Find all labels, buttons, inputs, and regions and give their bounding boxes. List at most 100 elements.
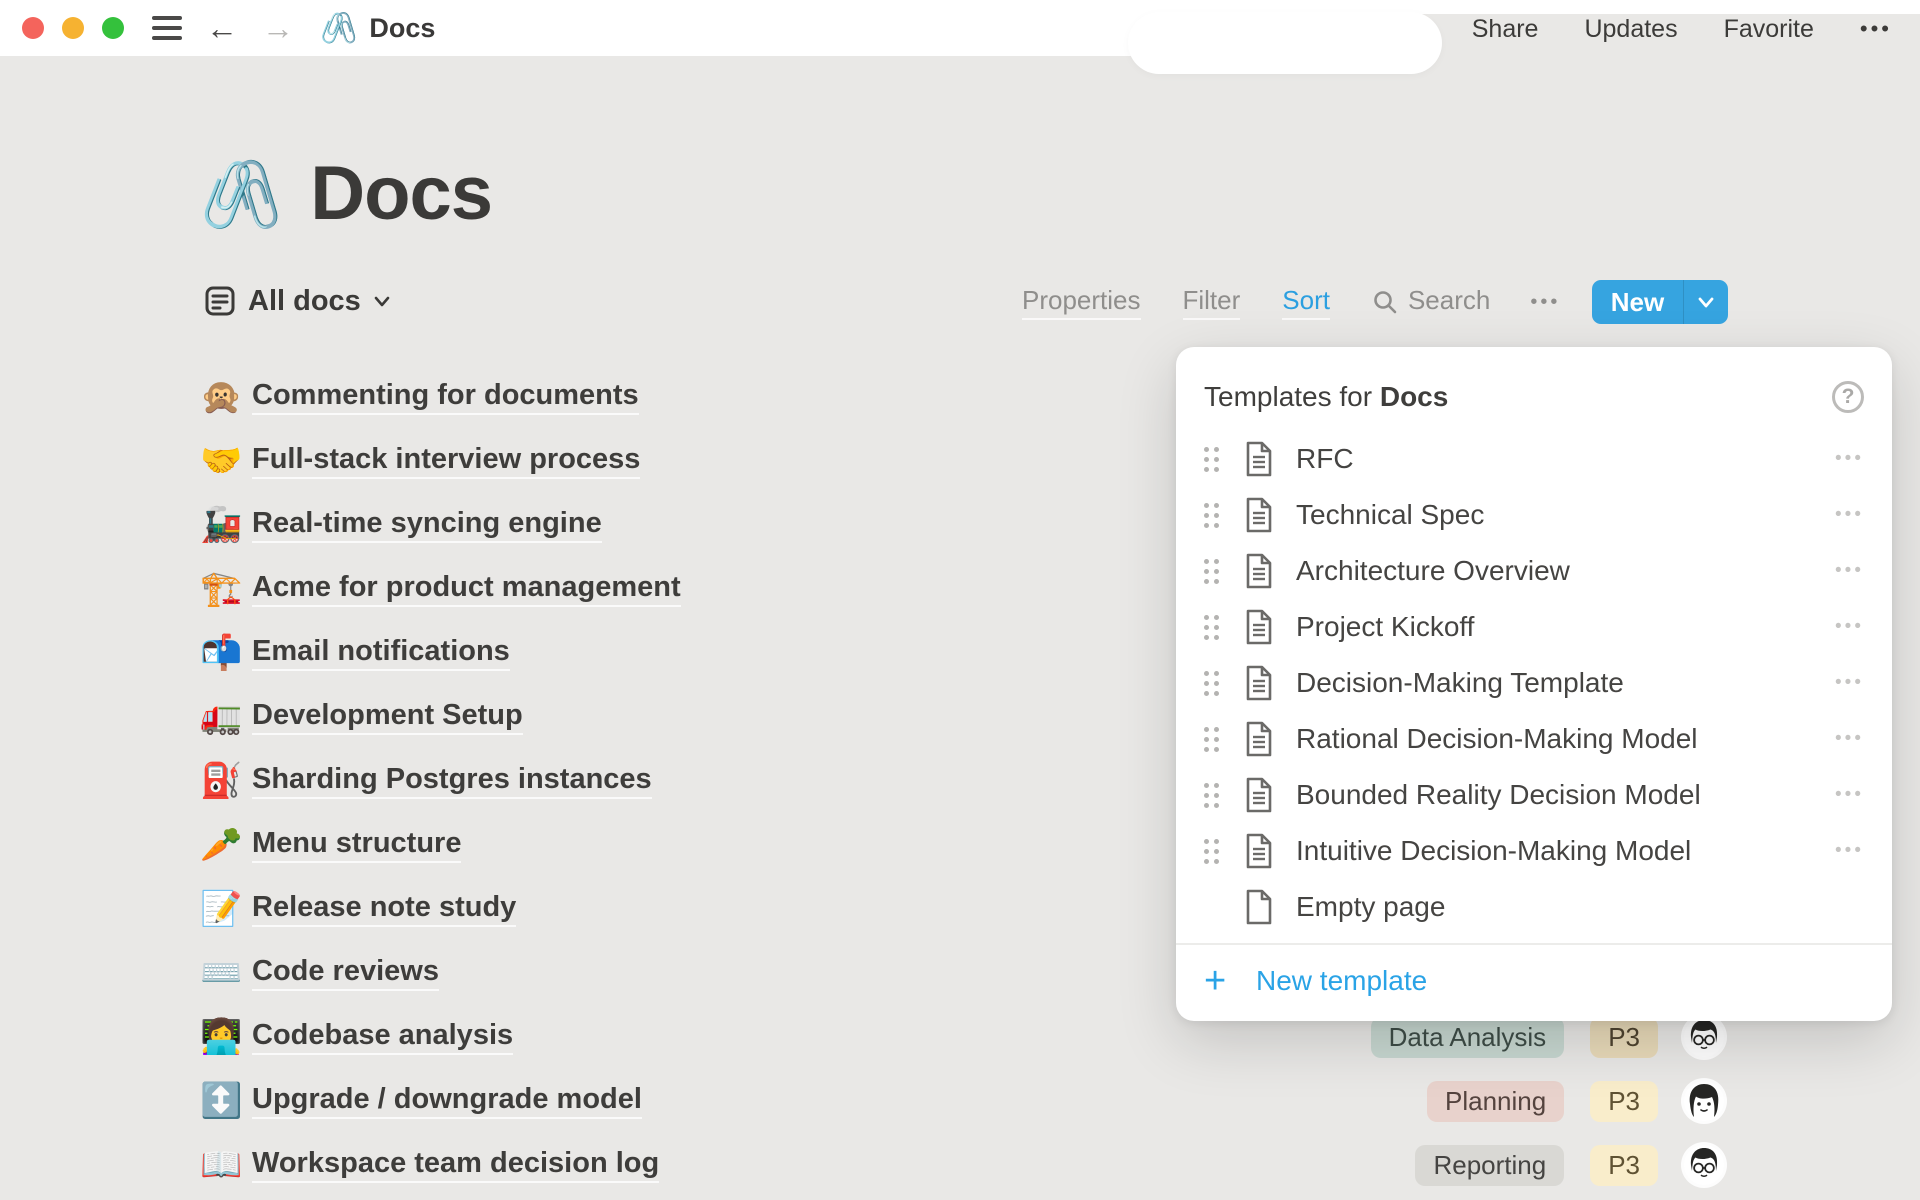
chevron-down-icon <box>1696 292 1716 312</box>
window-title: Docs <box>369 13 435 44</box>
document-icon <box>1244 496 1274 534</box>
doc-emoji: 📖 <box>200 1148 252 1182</box>
traffic-lights <box>22 17 124 39</box>
doc-title: Codebase analysis <box>252 1019 513 1055</box>
category-badge: Reporting <box>1415 1145 1564 1186</box>
doc-properties: Reporting P3 <box>1415 1145 1724 1186</box>
new-template-button[interactable]: + New template <box>1204 945 1864 1017</box>
template-list: RFC ••• Technical Spec ••• Arc <box>1204 431 1864 935</box>
sort-button[interactable]: Sort <box>1282 285 1330 320</box>
template-more-icon[interactable]: ••• <box>1835 448 1864 470</box>
toolbar-more-icon[interactable]: ••• <box>1530 291 1560 314</box>
window-more-icon[interactable]: ••• <box>1860 16 1892 42</box>
template-label: Decision-Making Template <box>1296 667 1624 699</box>
new-button-group: New <box>1592 280 1728 324</box>
man-glasses-avatar <box>1684 1017 1724 1057</box>
updates-button[interactable]: Updates <box>1584 15 1677 44</box>
properties-button[interactable]: Properties <box>1022 285 1141 320</box>
template-item[interactable]: Rational Decision-Making Model ••• <box>1204 711 1864 767</box>
window-doc-emoji: 🖇️ <box>320 11 357 46</box>
doc-emoji: 🚂 <box>200 508 252 542</box>
template-label: Intuitive Decision-Making Model <box>1296 835 1691 867</box>
page-header: 🖇️ Docs <box>200 150 492 237</box>
template-label: Bounded Reality Decision Model <box>1296 779 1701 811</box>
doc-emoji: ⌨️ <box>200 956 252 990</box>
templates-popup-header: Templates for Docs ? <box>1204 373 1864 421</box>
page-emoji: 🖇️ <box>200 161 282 227</box>
template-more-icon[interactable]: ••• <box>1835 560 1864 582</box>
template-item[interactable]: Decision-Making Template ••• <box>1204 655 1864 711</box>
template-item[interactable]: RFC ••• <box>1204 431 1864 487</box>
sidebar-toggle-icon[interactable] <box>152 16 182 40</box>
back-icon[interactable]: ← <box>206 12 238 44</box>
doc-title: Real-time syncing engine <box>252 507 602 543</box>
forward-icon[interactable]: → <box>262 12 294 44</box>
search-icon <box>1372 289 1398 315</box>
minimize-window-button[interactable] <box>62 17 84 39</box>
doc-emoji: 📝 <box>200 892 252 926</box>
zoom-window-button[interactable] <box>102 17 124 39</box>
drag-handle-icon[interactable] <box>1204 615 1222 640</box>
doc-title: Commenting for documents <box>252 379 639 415</box>
template-more-icon[interactable]: ••• <box>1835 728 1864 750</box>
new-button[interactable]: New <box>1592 280 1684 324</box>
template-more-icon[interactable]: ••• <box>1835 784 1864 806</box>
doc-emoji: ↕️ <box>200 1084 252 1118</box>
templates-popup: Templates for Docs ? RFC ••• <box>1176 347 1892 1021</box>
doc-emoji: 📬 <box>200 636 252 670</box>
doc-title: Menu structure <box>252 827 461 863</box>
man-glasses-avatar <box>1684 1145 1724 1185</box>
document-icon <box>1244 552 1274 590</box>
page-title: Docs <box>310 150 492 237</box>
template-item[interactable]: Intuitive Decision-Making Model ••• <box>1204 823 1864 879</box>
doc-title: Release note study <box>252 891 516 927</box>
plus-icon: + <box>1204 966 1234 996</box>
share-button[interactable]: Share <box>1472 15 1539 44</box>
help-icon[interactable]: ? <box>1832 381 1864 413</box>
category-badge: Data Analysis <box>1371 1017 1565 1058</box>
doc-list-icon <box>204 285 236 317</box>
doc-list-item[interactable]: 📖 Workspace team decision log Reporting P… <box>200 1133 1724 1197</box>
priority-badge: P3 <box>1590 1081 1658 1122</box>
template-item-empty-page[interactable]: Empty page <box>1204 879 1864 935</box>
drag-handle-icon[interactable] <box>1204 503 1222 528</box>
template-more-icon[interactable]: ••• <box>1835 840 1864 862</box>
template-more-icon[interactable]: ••• <box>1835 616 1864 638</box>
doc-title: Email notifications <box>252 635 510 671</box>
drag-handle-icon[interactable] <box>1204 839 1222 864</box>
doc-emoji: 🏗️ <box>200 572 252 606</box>
document-icon <box>1244 832 1274 870</box>
doc-list-item[interactable]: ↕️ Upgrade / downgrade model Planning P3 <box>200 1069 1724 1133</box>
doc-title: Sharding Postgres instances <box>252 763 652 799</box>
view-selector-label: All docs <box>248 285 361 318</box>
template-item[interactable]: Architecture Overview ••• <box>1204 543 1864 599</box>
new-template-label: New template <box>1256 965 1427 997</box>
new-dropdown-button[interactable] <box>1684 280 1728 324</box>
template-item[interactable]: Project Kickoff ••• <box>1204 599 1864 655</box>
template-more-icon[interactable]: ••• <box>1835 504 1864 526</box>
drag-handle-icon[interactable] <box>1204 783 1222 808</box>
doc-emoji: ⛽ <box>200 764 252 798</box>
doc-title: Workspace team decision log <box>252 1147 659 1183</box>
templates-popup-title: Templates for Docs <box>1204 381 1448 413</box>
chevron-down-icon <box>373 292 391 310</box>
priority-badge: P3 <box>1590 1145 1658 1186</box>
doc-emoji: 🥕 <box>200 828 252 862</box>
doc-title: Full-stack interview process <box>252 443 640 479</box>
drag-handle-icon[interactable] <box>1204 727 1222 752</box>
document-icon <box>1244 720 1274 758</box>
doc-title: Upgrade / downgrade model <box>252 1083 642 1119</box>
search-button[interactable]: Search <box>1372 285 1490 320</box>
favorite-button[interactable]: Favorite <box>1724 15 1814 44</box>
view-selector-all-docs[interactable]: All docs <box>204 279 391 323</box>
filter-button[interactable]: Filter <box>1183 285 1241 320</box>
close-window-button[interactable] <box>22 17 44 39</box>
drag-handle-icon[interactable] <box>1204 671 1222 696</box>
drag-handle-icon[interactable] <box>1204 447 1222 472</box>
template-item[interactable]: Technical Spec ••• <box>1204 487 1864 543</box>
category-badge: Planning <box>1427 1081 1564 1122</box>
template-item[interactable]: Bounded Reality Decision Model ••• <box>1204 767 1864 823</box>
drag-handle-icon[interactable] <box>1204 559 1222 584</box>
app-window: ← → 🖇️ Docs Share Updates Favorite ••• 🖇… <box>0 0 1920 1200</box>
template-more-icon[interactable]: ••• <box>1835 672 1864 694</box>
